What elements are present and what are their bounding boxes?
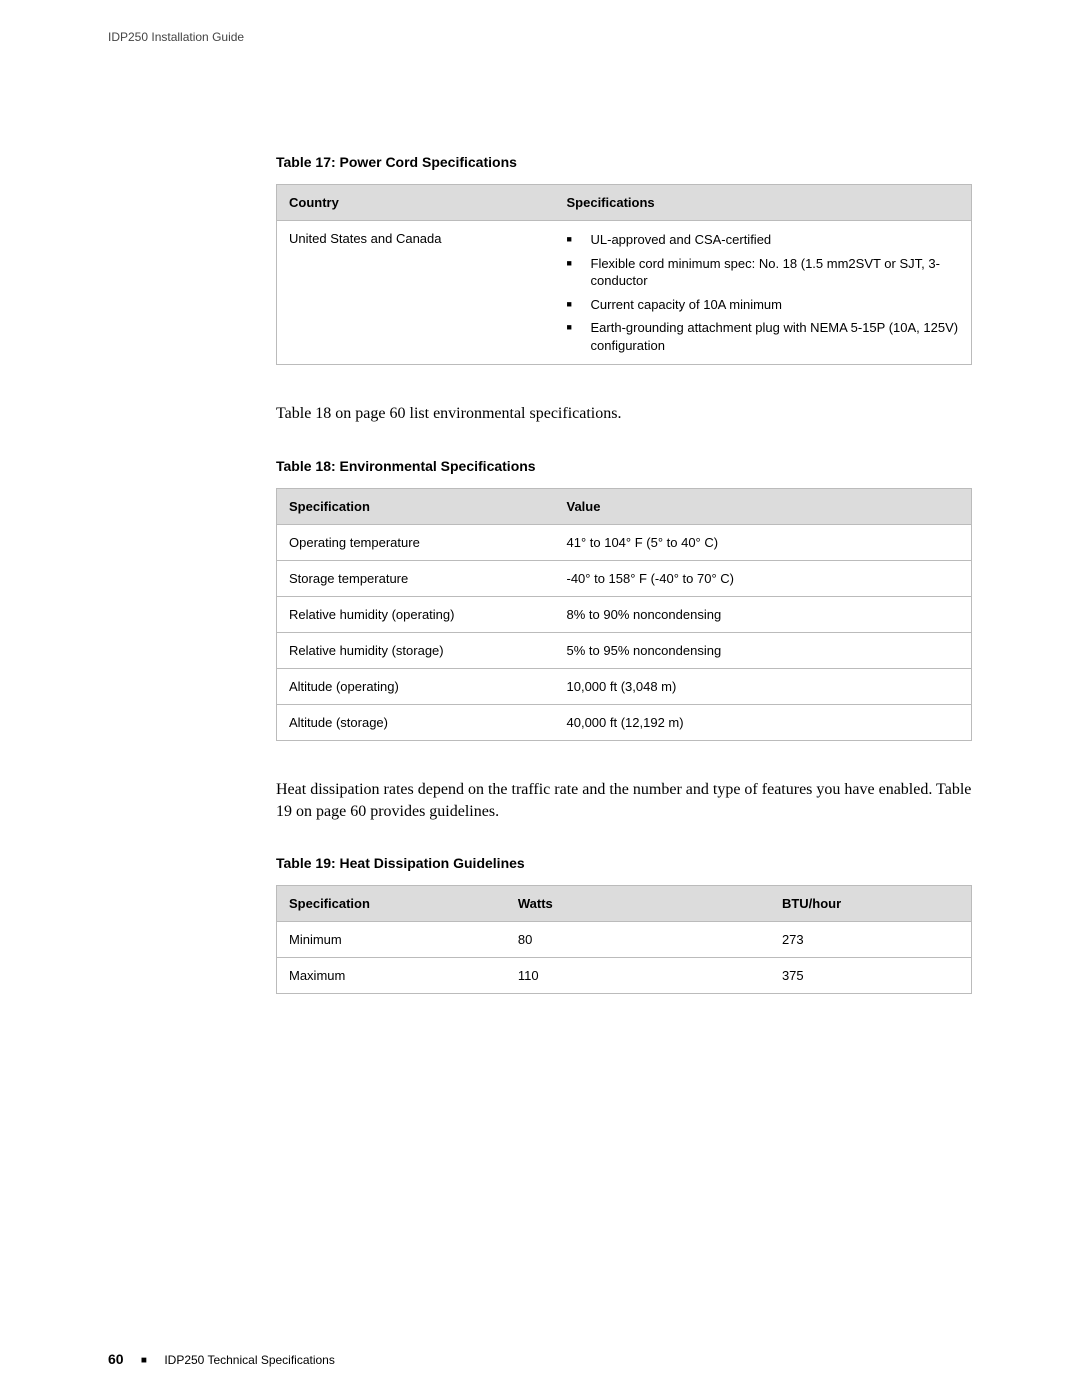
table17: Country Specifications United States and… <box>276 184 972 365</box>
page-number: 60 <box>108 1351 124 1367</box>
footer-section-title: IDP250 Technical Specifications <box>164 1353 335 1367</box>
page-header: IDP250 Installation Guide <box>108 30 972 44</box>
table17-header-country: Country <box>277 185 555 221</box>
table18-value-cell: 41° to 104° F (5° to 40° C) <box>555 524 972 560</box>
table19-watts-cell: 80 <box>506 922 770 958</box>
bullet-icon: ■ <box>141 1355 147 1366</box>
table-row: Altitude (operating) 10,000 ft (3,048 m) <box>277 668 972 704</box>
table19-btu-cell: 273 <box>770 922 972 958</box>
paragraph-env-intro: Table 18 on page 60 list environmental s… <box>276 403 972 425</box>
table-row: United States and Canada UL-approved and… <box>277 221 972 365</box>
table19-spec-cell: Maximum <box>277 958 506 994</box>
table18-value-cell: 40,000 ft (12,192 m) <box>555 704 972 740</box>
table17-specs-cell: UL-approved and CSA-certified Flexible c… <box>555 221 972 365</box>
page-footer: 60 ■ IDP250 Technical Specifications <box>108 1351 335 1367</box>
table18: Specification Value Operating temperatur… <box>276 488 972 741</box>
table-row: Operating temperature 41° to 104° F (5° … <box>277 524 972 560</box>
table-row: Altitude (storage) 40,000 ft (12,192 m) <box>277 704 972 740</box>
table19-spec-cell: Minimum <box>277 922 506 958</box>
table19-header-btu: BTU/hour <box>770 886 972 922</box>
table19-header-spec: Specification <box>277 886 506 922</box>
list-item: Current capacity of 10A minimum <box>567 296 960 314</box>
table17-caption: Table 17: Power Cord Specifications <box>276 154 972 170</box>
doc-title: IDP250 Installation Guide <box>108 30 244 44</box>
table-row: Maximum 110 375 <box>277 958 972 994</box>
table18-spec-cell: Altitude (storage) <box>277 704 555 740</box>
table18-header-row: Specification Value <box>277 488 972 524</box>
table19-header-watts: Watts <box>506 886 770 922</box>
table19-caption: Table 19: Heat Dissipation Guidelines <box>276 855 972 871</box>
table19-header-row: Specification Watts BTU/hour <box>277 886 972 922</box>
table18-value-cell: 10,000 ft (3,048 m) <box>555 668 972 704</box>
table-row: Storage temperature -40° to 158° F (-40°… <box>277 560 972 596</box>
list-item: UL-approved and CSA-certified <box>567 231 960 249</box>
table19-watts-cell: 110 <box>506 958 770 994</box>
paragraph-heat-intro: Heat dissipation rates depend on the tra… <box>276 779 972 824</box>
table19-btu-cell: 375 <box>770 958 972 994</box>
table-row: Minimum 80 273 <box>277 922 972 958</box>
table18-value-cell: 8% to 90% noncondensing <box>555 596 972 632</box>
table18-header-spec: Specification <box>277 488 555 524</box>
table17-header-specs: Specifications <box>555 185 972 221</box>
list-item: Flexible cord minimum spec: No. 18 (1.5 … <box>567 255 960 290</box>
table18-spec-cell: Altitude (operating) <box>277 668 555 704</box>
table18-caption: Table 18: Environmental Specifications <box>276 458 972 474</box>
list-item: Earth-grounding attachment plug with NEM… <box>567 319 960 354</box>
table18-spec-cell: Storage temperature <box>277 560 555 596</box>
table18-spec-cell: Relative humidity (storage) <box>277 632 555 668</box>
table17-country-cell: United States and Canada <box>277 221 555 365</box>
table18-value-cell: -40° to 158° F (-40° to 70° C) <box>555 560 972 596</box>
table18-header-value: Value <box>555 488 972 524</box>
table18-spec-cell: Operating temperature <box>277 524 555 560</box>
table18-value-cell: 5% to 95% noncondensing <box>555 632 972 668</box>
table-row: Relative humidity (storage) 5% to 95% no… <box>277 632 972 668</box>
table19: Specification Watts BTU/hour Minimum 80 … <box>276 885 972 994</box>
table18-spec-cell: Relative humidity (operating) <box>277 596 555 632</box>
table17-header-row: Country Specifications <box>277 185 972 221</box>
table-row: Relative humidity (operating) 8% to 90% … <box>277 596 972 632</box>
table17-specs-list: UL-approved and CSA-certified Flexible c… <box>567 231 960 354</box>
